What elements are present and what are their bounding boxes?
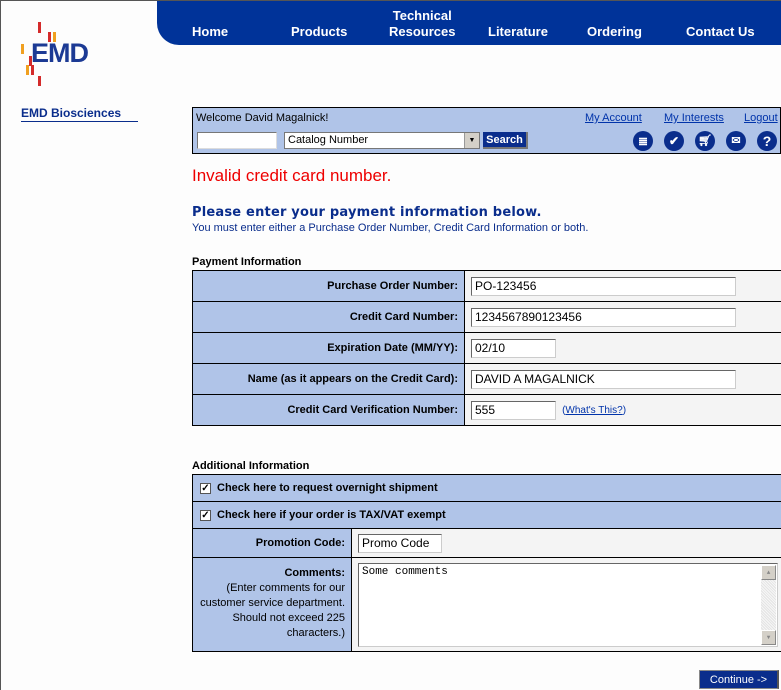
cc-number-label: Credit Card Number: — [192, 301, 465, 333]
comments-label-cell: Comments: (Enter comments for our custom… — [192, 557, 352, 652]
overnight-checkbox[interactable]: ✓ — [200, 482, 211, 494]
shopping-cart-icon[interactable]: 🛒︎ — [695, 131, 715, 151]
tax-exempt-label[interactable]: Check here if your order is TAX/VAT exem… — [217, 509, 446, 521]
promo-code-input[interactable]: Promo Code — [358, 533, 442, 553]
cardholder-name-cell: DAVID A MAGALNICK — [464, 363, 781, 395]
search-type-value: Catalog Number — [288, 134, 369, 146]
tax-exempt-row: ✓ Check here if your order is TAX/VAT exe… — [192, 501, 781, 529]
logout-link[interactable]: Logout — [744, 112, 778, 124]
help-icon[interactable]: ? — [757, 131, 777, 151]
form-row: Purchase Order Number: PO-123456 — [192, 270, 781, 302]
nav-contact-us[interactable]: Contact Us — [686, 24, 755, 40]
tax-exempt-checkbox[interactable]: ✓ — [200, 509, 211, 521]
envelope-icon[interactable]: ✉ — [726, 131, 746, 151]
search-button[interactable]: Search — [483, 132, 528, 149]
payment-section-label: Payment Information — [192, 256, 302, 268]
logo-bar — [38, 76, 41, 86]
logo-bar — [21, 44, 24, 54]
comments-scrollbar[interactable]: ▲ ▼ — [761, 564, 776, 645]
form-row: ✓ Check here if your order is TAX/VAT exe… — [192, 501, 781, 529]
whats-this-link[interactable]: (What's This?) — [562, 405, 626, 416]
continue-button[interactable]: Continue -> — [699, 670, 779, 689]
form-row: Name (as it appears on the Credit Card):… — [192, 363, 781, 395]
nav-technical-resources-line2: Resources — [389, 24, 456, 39]
page-title: Please enter your payment information be… — [192, 205, 542, 220]
cardholder-name-input[interactable]: DAVID A MAGALNICK — [471, 369, 736, 389]
document-list-icon[interactable]: ≣ — [633, 131, 653, 151]
comments-help-text: (Enter comments for our customer service… — [200, 582, 345, 639]
sidebar-title[interactable]: EMD Biosciences — [21, 106, 138, 122]
cardholder-name-label: Name (as it appears on the Credit Card): — [192, 363, 465, 395]
cc-number-cell: 1234567890123456 — [464, 301, 781, 333]
overnight-label[interactable]: Check here to request overnight shipment — [217, 482, 438, 494]
emd-logo[interactable]: EMD — [19, 20, 89, 88]
comments-textarea[interactable]: Some comments ▲ ▼ — [358, 562, 778, 647]
whats-this-link-text[interactable]: What's This? — [565, 405, 622, 416]
form-row: Credit Card Number: 1234567890123456 — [192, 301, 781, 333]
my-account-link[interactable]: My Account — [585, 112, 642, 124]
logo-bar — [26, 65, 29, 75]
nav-literature[interactable]: Literature — [488, 24, 548, 40]
comments-label: Comments: — [284, 567, 345, 579]
po-number-cell: PO-123456 — [464, 270, 781, 302]
checkmark-icon[interactable]: ✔ — [664, 131, 684, 151]
comments-value: Some comments — [362, 565, 448, 578]
additional-table: ✓ Check here to request overnight shipmen… — [192, 474, 781, 652]
nav-home[interactable]: Home — [192, 24, 228, 40]
form-row: Comments: (Enter comments for our custom… — [192, 557, 781, 652]
additional-section-label: Additional Information — [192, 460, 310, 472]
cc-number-input[interactable]: 1234567890123456 — [471, 307, 736, 327]
po-number-label: Purchase Order Number: — [192, 270, 465, 302]
expiration-label: Expiration Date (MM/YY): — [192, 332, 465, 364]
my-interests-link[interactable]: My Interests — [664, 112, 724, 124]
account-bar: Welcome David Magalnick! My Account My I… — [192, 107, 781, 154]
overnight-row: ✓ Check here to request overnight shipmen… — [192, 474, 781, 502]
nav-products[interactable]: Products — [291, 24, 347, 40]
form-row: Expiration Date (MM/YY): 02/10 — [192, 332, 781, 364]
main-nav: Home Products Technical Resources Litera… — [157, 1, 781, 45]
logo-text: EMD — [31, 38, 89, 68]
promo-code-cell: Promo Code — [351, 528, 781, 558]
cvv-input[interactable]: 555 — [471, 400, 556, 420]
page-subtitle: You must enter either a Purchase Order N… — [192, 222, 589, 234]
promo-code-label: Promotion Code: — [192, 528, 352, 558]
cvv-cell: 555 (What's This?) — [464, 394, 781, 426]
nav-ordering[interactable]: Ordering — [587, 24, 642, 40]
logo-bar — [38, 22, 41, 33]
search-input[interactable] — [197, 132, 277, 149]
search-type-select[interactable]: Catalog Number ▼ — [284, 132, 480, 149]
chevron-down-icon[interactable]: ▼ — [464, 133, 479, 148]
scroll-up-arrow-icon[interactable]: ▲ — [761, 564, 776, 580]
cvv-label: Credit Card Verification Number: — [192, 394, 465, 426]
welcome-message: Welcome David Magalnick! — [196, 112, 329, 124]
payment-table: Purchase Order Number: PO-123456 Credit … — [192, 270, 781, 426]
scroll-down-arrow-icon[interactable]: ▼ — [761, 629, 776, 645]
po-number-input[interactable]: PO-123456 — [471, 276, 736, 296]
form-row: Promotion Code: Promo Code — [192, 528, 781, 558]
nav-technical-resources[interactable]: Technical Resources — [389, 8, 455, 40]
expiration-cell: 02/10 — [464, 332, 781, 364]
form-row: ✓ Check here to request overnight shipmen… — [192, 474, 781, 502]
nav-technical-resources-line1: Technical — [392, 8, 452, 23]
error-message: Invalid credit card number. — [192, 166, 392, 185]
form-row: Credit Card Verification Number: 555 (Wh… — [192, 394, 781, 426]
expiration-input[interactable]: 02/10 — [471, 338, 556, 358]
comments-cell: Some comments ▲ ▼ — [351, 557, 781, 652]
